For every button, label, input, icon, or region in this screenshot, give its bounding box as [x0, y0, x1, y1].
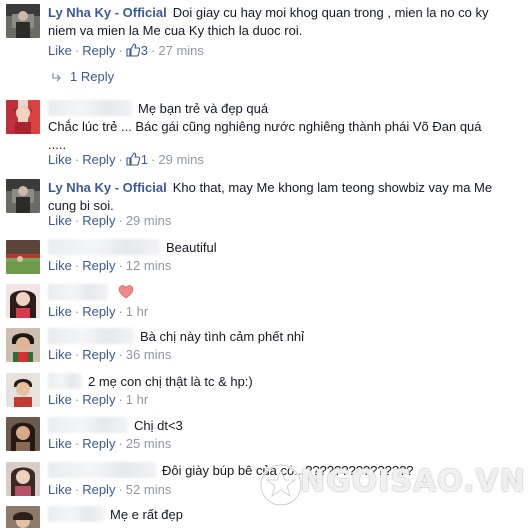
thumbs-up-icon [126, 43, 140, 57]
timestamp[interactable]: 29 mins [126, 213, 172, 228]
comment-text: Mẹ e rất đẹp [110, 507, 183, 522]
avatar[interactable] [6, 4, 40, 38]
comment-author[interactable]: Ly Nha Ky - Official [48, 5, 167, 20]
comment-feed: Ly Nha Ky - Official Doi giay cu hay moi … [0, 0, 528, 528]
like-link[interactable]: Like [48, 258, 72, 273]
timestamp[interactable]: 25 mins [126, 436, 172, 451]
comment-text: Mẹ bạn trẻ và đẹp quá [138, 101, 269, 116]
like-link[interactable]: Like [48, 482, 72, 497]
like-count[interactable]: 3 [141, 43, 148, 58]
reply-link[interactable]: Reply [82, 436, 115, 451]
timestamp[interactable]: 1 hr [126, 392, 148, 407]
avatar[interactable] [6, 100, 40, 134]
comment-text: Chị dt<3 [134, 418, 183, 433]
like-count[interactable]: 1 [141, 152, 148, 167]
timestamp[interactable]: 1 hr [126, 304, 148, 319]
timestamp[interactable]: 27 mins [158, 43, 204, 58]
comment-author[interactable] [48, 239, 160, 255]
comment-author[interactable] [48, 506, 104, 522]
reply-link[interactable]: Reply [82, 392, 115, 407]
timestamp[interactable]: 29 mins [158, 152, 204, 167]
avatar[interactable] [6, 462, 40, 496]
like-link[interactable]: Like [48, 152, 72, 167]
comment-text: ..... [48, 137, 67, 152]
like-link[interactable]: Like [48, 304, 72, 319]
comment-text: 2 mẹ con chị thật là tc & hp:) [88, 374, 253, 389]
view-replies-link[interactable]: 1 Reply [52, 69, 114, 85]
avatar[interactable] [6, 373, 40, 407]
reply-link[interactable]: Reply [82, 152, 115, 167]
comment-text: Chắc lúc trẻ ... Bác gái cũng nghiêng nư… [48, 119, 482, 134]
avatar[interactable] [6, 417, 40, 451]
timestamp[interactable]: 36 mins [126, 347, 172, 362]
heart-icon [118, 285, 134, 299]
timestamp[interactable]: 52 mins [126, 482, 172, 497]
reply-link[interactable]: Reply [82, 347, 115, 362]
avatar[interactable] [6, 506, 40, 528]
comment-text: Đôi giày búp bê của cô...??????????????? [162, 463, 414, 478]
like-link[interactable]: Like [48, 392, 72, 407]
reply-link[interactable]: Reply [82, 304, 115, 319]
thumbs-up-icon [126, 152, 140, 166]
like-link[interactable]: Like [48, 43, 72, 58]
reply-arrow-icon [52, 73, 61, 82]
avatar[interactable] [6, 240, 40, 274]
comment-author[interactable] [48, 417, 128, 433]
comment-author[interactable] [48, 462, 156, 478]
comment-author[interactable] [48, 328, 134, 344]
reply-link[interactable]: Reply [82, 258, 115, 273]
comment-author[interactable] [48, 373, 82, 389]
reply-link[interactable]: Reply [82, 213, 115, 228]
comment-text: Bà chị này tình cảm phết nhỉ [140, 329, 305, 344]
avatar[interactable] [6, 179, 40, 213]
reply-link[interactable]: Reply [82, 43, 115, 58]
reply-link[interactable]: Reply [82, 482, 115, 497]
like-link[interactable]: Like [48, 347, 72, 362]
comment-author[interactable] [48, 284, 108, 300]
avatar[interactable] [6, 284, 40, 318]
comment-author[interactable]: Ly Nha Ky - Official [48, 180, 167, 195]
avatar[interactable] [6, 328, 40, 362]
timestamp[interactable]: 12 mins [126, 258, 172, 273]
like-link[interactable]: Like [48, 213, 72, 228]
comment-text: Beautiful [166, 240, 217, 255]
like-link[interactable]: Like [48, 436, 72, 451]
comment-author[interactable] [48, 100, 132, 116]
